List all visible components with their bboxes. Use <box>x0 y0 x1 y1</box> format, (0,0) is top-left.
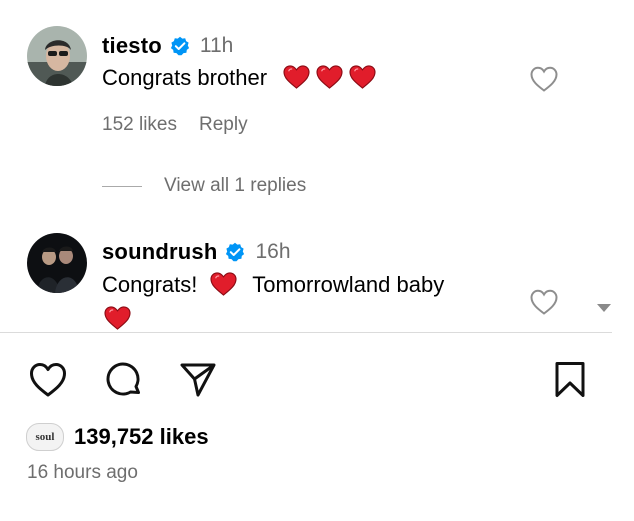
comment-time[interactable]: 16h <box>255 240 290 264</box>
comment-text: Congrats! Tomorrowland baby <box>102 268 522 302</box>
comment-item: soundrush 16h Congrats! Tomorrowland bab… <box>0 0 612 332</box>
comment-text-part2: Tomorrowland baby <box>252 272 445 297</box>
divider <box>0 332 612 333</box>
comments-list[interactable]: tiesto 11h Congrats brother 152 likes Re… <box>0 0 612 332</box>
avatar[interactable] <box>27 233 87 293</box>
comment-username[interactable]: soundrush <box>102 239 217 265</box>
verified-badge-icon <box>225 242 245 262</box>
like-heart-icon[interactable] <box>28 360 68 400</box>
heart-emoji-icon <box>104 306 131 330</box>
scrollbar[interactable] <box>612 0 634 332</box>
heart-emoji-icon <box>210 272 237 296</box>
bookmark-icon[interactable] <box>550 360 590 400</box>
post-timestamp[interactable]: 16 hours ago <box>27 462 138 484</box>
post-actions <box>0 360 634 400</box>
comment-text-part1: Congrats! <box>102 272 198 297</box>
likes-summary: soul 139,752 likes <box>26 423 209 451</box>
liker-avatar[interactable]: soul <box>26 423 64 451</box>
share-icon[interactable] <box>178 360 218 400</box>
likes-count[interactable]: 139,752 likes <box>74 424 209 450</box>
comment-header: soundrush 16h <box>102 239 291 265</box>
comment-icon[interactable] <box>104 360 144 400</box>
heart-outline-icon[interactable] <box>529 288 559 316</box>
scroll-down-arrow-icon[interactable] <box>597 304 611 312</box>
